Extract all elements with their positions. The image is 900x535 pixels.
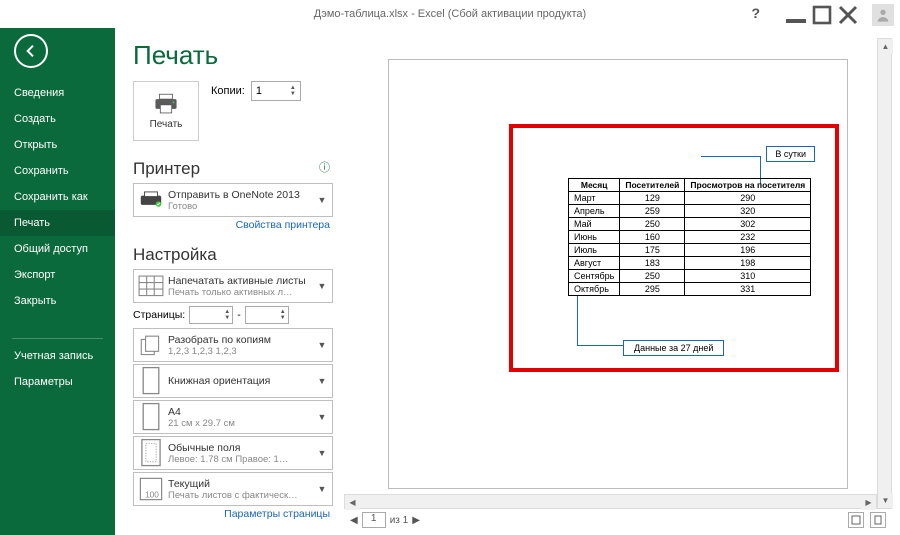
chevron-down-icon[interactable]: ▼ [316,376,328,386]
printer-properties-link[interactable]: Свойства принтера [133,219,330,231]
svg-text:100: 100 [145,490,159,499]
page-of-label: из 1 [390,515,409,526]
page-to-input[interactable]: ▲▼ [245,306,289,324]
table-row: Май250302 [569,217,811,230]
sidebar-item[interactable]: Закрыть [0,288,115,314]
sidebar-item[interactable]: Сохранить как [0,184,115,210]
vertical-scrollbar[interactable]: ▲ ▼ [877,38,892,509]
page-number-input[interactable]: 1 [362,512,386,528]
paper-size-select[interactable]: A421 см x 29.7 см ▼ [133,400,333,434]
minimize-icon[interactable] [786,6,806,24]
callout-arm [577,296,623,346]
margins-icon [138,440,164,466]
chevron-down-icon[interactable]: ▼ [316,340,328,350]
sheets-icon [138,273,164,299]
sidebar-item[interactable]: Сведения [0,80,115,106]
page-from-input[interactable]: ▲▼ [189,306,233,324]
page-icon [138,404,164,430]
printer-info-icon[interactable]: ⓘ [319,159,330,175]
data-table: МесяцПосетителейПросмотров на посетителя… [568,178,811,296]
sidebar-item[interactable]: Учетная запись [0,343,115,369]
printer-status: Готово [168,201,316,212]
margins-select[interactable]: Обычные поляЛевое: 1.78 см Правое: 1… ▼ [133,436,333,470]
print-preview-panel: В сутки МесяцПосетителейПросмотров на по… [340,28,900,535]
back-button[interactable] [14,34,48,68]
preview-page: В сутки МесяцПосетителейПросмотров на по… [388,59,848,489]
collate-select[interactable]: Разобрать по копиям1,2,3 1,2,3 1,2,3 ▼ [133,328,333,362]
callout-27days: Данные за 27 дней [623,340,724,356]
scroll-left-icon[interactable]: ◀ [345,495,360,510]
page-navigator[interactable]: ◀ 1 из 1 ▶ [350,512,420,528]
sidebar-item[interactable]: Открыть [0,132,115,158]
window-title: Дэмо-таблица.xlsx - Excel (Сбой активаци… [314,8,586,20]
backstage-sidebar: СведенияСоздатьОткрытьСохранитьСохранить… [0,28,115,535]
scale-icon: 100 [138,476,164,502]
print-settings-panel: Печать Печать Копии: 1 ▲▼ [115,28,340,535]
red-highlight-frame: В сутки МесяцПосетителейПросмотров на по… [509,124,839,372]
pages-label: Страницы: [133,309,185,321]
copies-stepper[interactable]: 1 ▲▼ [251,81,301,101]
portrait-icon [138,368,164,394]
table-row: Апрель259320 [569,204,811,217]
settings-heading: Настройка [133,245,330,265]
chevron-down-icon[interactable]: ▼ [316,412,328,422]
table-row: Март129290 [569,191,811,204]
chevron-down-icon[interactable]: ▼ [316,484,328,494]
sidebar-item[interactable]: Сохранить [0,158,115,184]
table-row: Октябрь295331 [569,282,811,295]
avatar[interactable] [872,4,894,26]
next-page-icon[interactable]: ▶ [412,515,420,526]
stepper-arrows-icon[interactable]: ▲▼ [290,85,296,97]
printer-name: Отправить в OneNote 2013 [168,189,316,201]
sidebar-item[interactable]: Печать [0,210,115,236]
scaling-select[interactable]: 100 ТекущийПечать листов с фактическ… ▼ [133,472,333,506]
page-setup-link[interactable]: Параметры страницы [133,508,330,520]
print-button-label: Печать [150,119,183,130]
scroll-right-icon[interactable]: ▶ [861,495,876,510]
table-header: Посетителей [620,178,685,191]
table-row: Июль175196 [569,243,811,256]
table-row: Сентябрь250310 [569,269,811,282]
show-margins-icon[interactable] [848,512,864,528]
chevron-down-icon[interactable]: ▼ [316,195,328,205]
chevron-down-icon[interactable]: ▼ [316,448,328,458]
sidebar-item[interactable]: Создать [0,106,115,132]
table-header: Просмотров на посетителя [685,178,811,191]
help-icon[interactable]: ? [751,5,760,21]
close-icon[interactable] [838,6,858,24]
printer-select[interactable]: Отправить в OneNote 2013 Готово ▼ [133,183,333,217]
scroll-down-icon[interactable]: ▼ [878,493,893,508]
printer-device-icon [138,187,164,213]
print-button[interactable]: Печать [133,81,199,141]
printer-icon [153,93,179,115]
zoom-to-page-icon[interactable] [870,512,886,528]
table-row: Август183198 [569,256,811,269]
restore-icon[interactable] [812,6,832,24]
horizontal-scrollbar[interactable]: ◀ ▶ [344,494,877,509]
copies-value: 1 [256,85,262,97]
orientation-select[interactable]: Книжная ориентация ▼ [133,364,333,398]
sidebar-item[interactable]: Общий доступ [0,236,115,262]
callout-daily: В сутки [766,146,815,162]
titlebar: Дэмо-таблица.xlsx - Excel (Сбой активаци… [0,0,900,28]
table-row: Июнь160232 [569,230,811,243]
print-what-select[interactable]: Напечатать активные листыПечать только а… [133,269,333,303]
table-header: Месяц [569,178,620,191]
sidebar-item[interactable]: Экспорт [0,262,115,288]
sidebar-item[interactable]: Параметры [0,369,115,395]
scroll-up-icon[interactable]: ▲ [878,39,893,54]
page-title: Печать [133,40,330,71]
copies-label: Копии: [211,85,245,97]
prev-page-icon[interactable]: ◀ [350,515,358,526]
printer-heading: Принтер [133,159,200,178]
chevron-down-icon[interactable]: ▼ [316,281,328,291]
collate-icon [138,332,164,358]
